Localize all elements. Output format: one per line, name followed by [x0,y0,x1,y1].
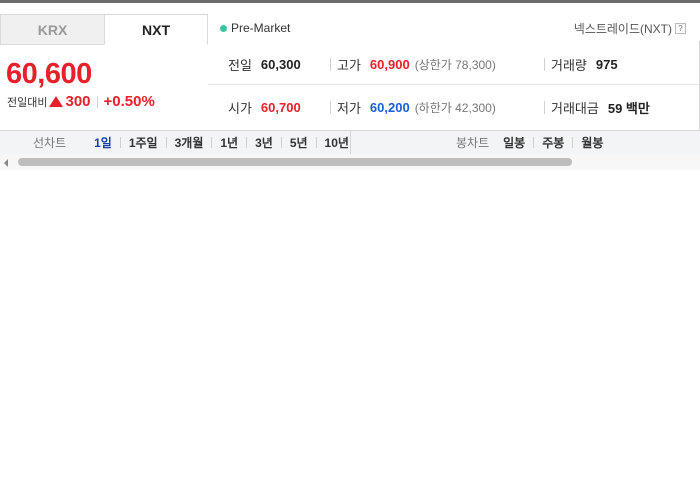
lower-limit: (하한가 42,300) [414,101,496,115]
exchange-info: 넥스트레이드(NXT) ? [574,20,686,37]
stat-amount: 거래대금 59 백만 [544,98,650,117]
period-3-years[interactable]: 3년 [247,134,281,151]
scroll-left-icon[interactable] [4,159,8,167]
market-status: Pre-Market [220,21,290,35]
tab-nxt[interactable]: NXT [104,14,208,45]
stat-value: 59 백만 [607,101,650,116]
stat-label: 고가 [337,58,361,73]
change-percent: +0.50% [103,93,155,110]
stat-label: 전일 [228,58,252,73]
stat-open: 시가 60,700 [228,98,301,117]
candle-chart-title: 봉차트 [456,136,490,150]
stat-label: 거래대금 [551,101,599,116]
stock-quote-widget: KRX NXT Pre-Market 넥스트레이드(NXT) ? 60,600 … [0,3,700,170]
divider [330,58,331,71]
period-daily-candle[interactable]: 일봉 [495,134,533,151]
market-status-label: Pre-Market [231,21,291,35]
period-1-day[interactable]: 1일 [82,134,120,151]
help-icon[interactable]: ? [675,23,686,34]
period-1-year[interactable]: 1년 [212,134,246,151]
up-triangle-icon [49,96,64,107]
divider [350,131,351,155]
stat-label: 거래량 [551,58,587,73]
stat-value: 60,700 [260,100,301,115]
period-1-week[interactable]: 1주일 [121,134,166,151]
stat-volume: 거래량 975 [544,55,618,74]
line-chart-periods: 선차트 1일 1주일 3개월 1년 3년 5년 10년 [33,131,357,154]
divider [96,95,98,108]
divider [544,58,545,71]
exchange-label: 넥스트레이드(NXT) [573,22,672,36]
stat-prev-close: 전일 60,300 [228,55,301,74]
line-chart-title: 선차트 [33,136,67,150]
market-tabs: KRX NXT [0,14,208,45]
tab-krx[interactable]: KRX [0,14,104,45]
period-monthly-candle[interactable]: 월봉 [573,134,611,151]
stat-value: 60,300 [260,57,301,72]
stats-row-divider [208,84,699,85]
status-dot-icon [220,24,227,32]
stat-value: 60,200 [369,100,410,115]
upper-limit: (상한가 78,300) [414,58,496,72]
period-weekly-candle[interactable]: 주봉 [534,134,572,151]
stat-value: 975 [595,57,618,72]
chart-period-bar: 선차트 1일 1주일 3개월 1년 3년 5년 10년 봉차트 일봉 주봉 월봉 [0,130,700,155]
change-label: 전일대비 [7,96,48,109]
stat-low: 저가 60,200 (하한가 42,300) [330,98,496,117]
price-change: 전일대비 300 +0.50% [7,93,155,110]
stat-high: 고가 60,900 (상한가 78,300) [330,55,496,74]
stat-label: 저가 [337,101,361,116]
horizontal-scrollbar[interactable] [0,154,700,170]
stat-label: 시가 [228,101,252,116]
period-3-months[interactable]: 3개월 [167,134,212,151]
period-5-years[interactable]: 5년 [282,134,316,151]
scrollbar-thumb[interactable] [18,158,572,166]
current-price: 60,600 [6,58,92,90]
candle-chart-periods: 봉차트 일봉 주봉 월봉 [456,131,611,154]
change-amount: 300 [65,93,91,110]
stat-value: 60,900 [369,57,410,72]
divider [330,101,331,114]
divider [544,101,545,114]
